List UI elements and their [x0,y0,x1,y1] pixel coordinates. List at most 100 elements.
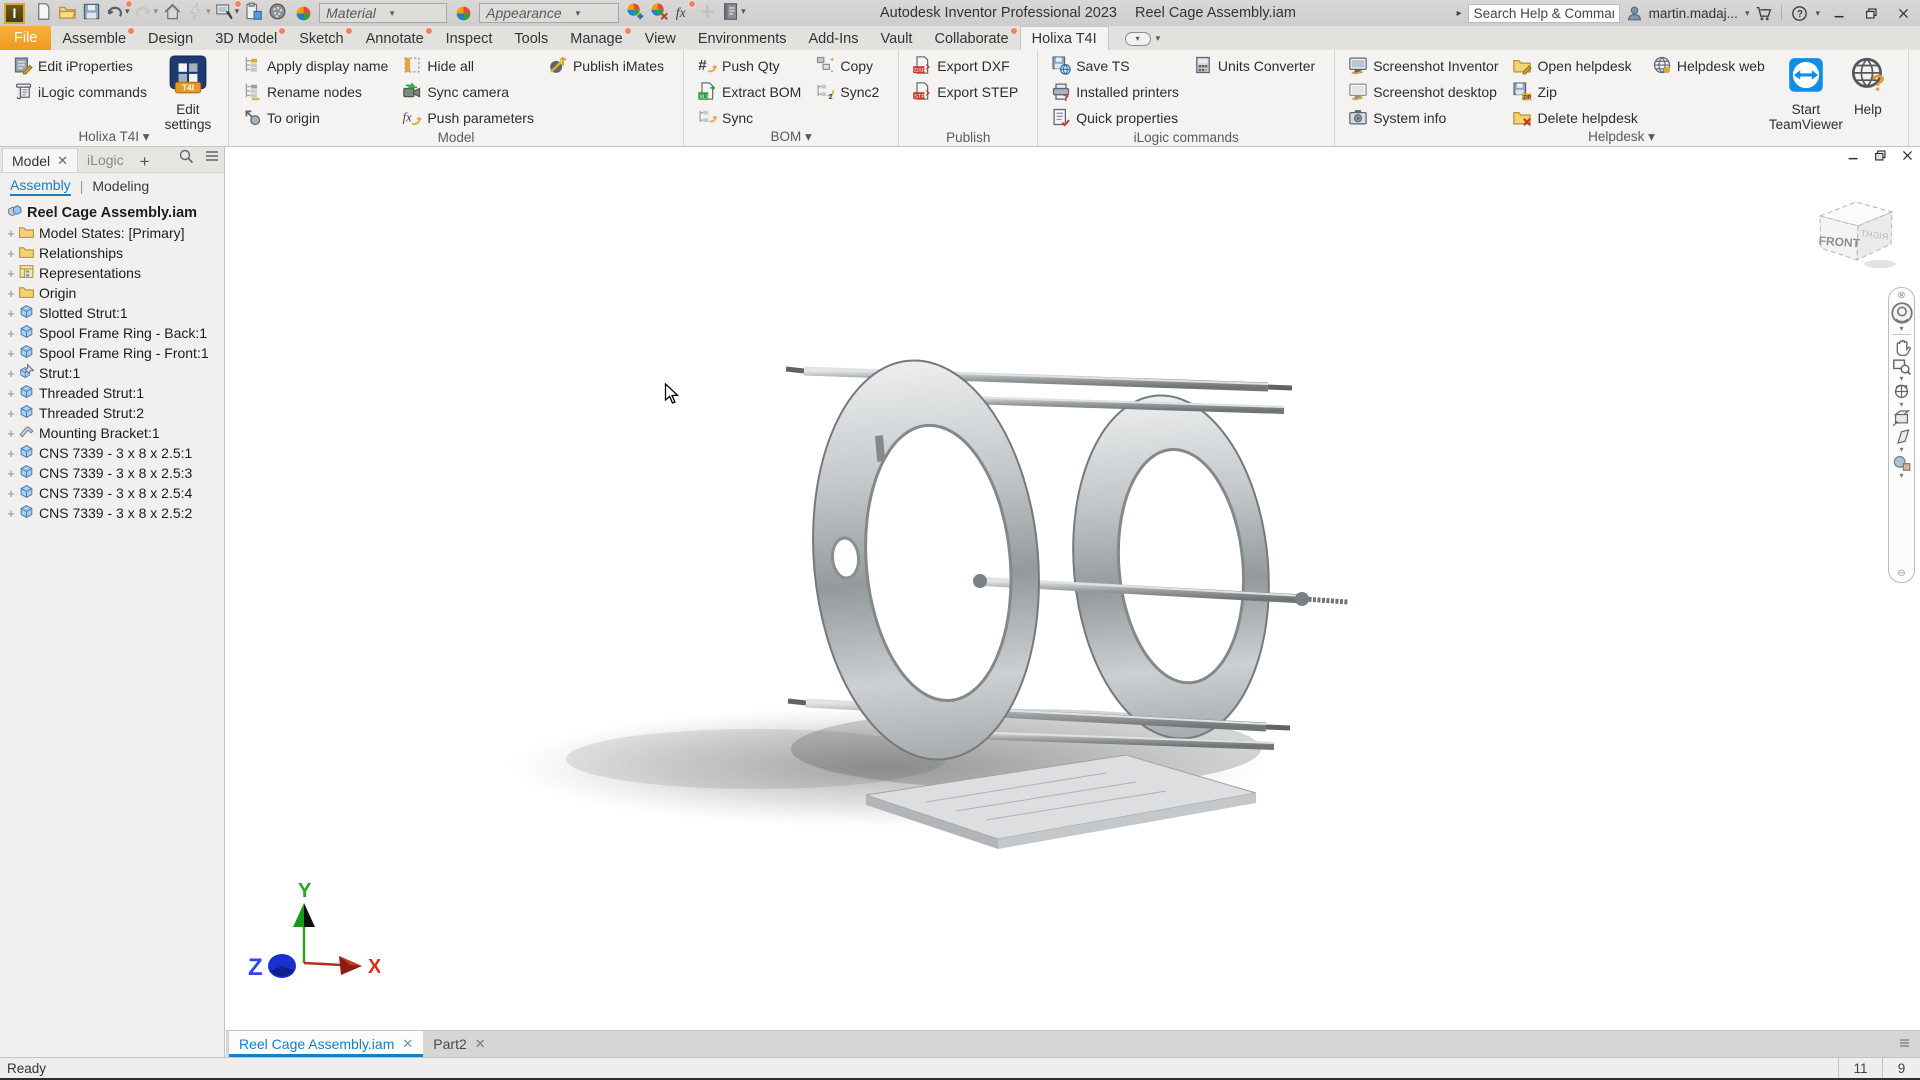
material-dropdown[interactable]: Material ▾ [319,3,447,23]
tree-node-spool-frame-ring-front-1[interactable]: +Spool Frame Ring - Front:1 [4,343,224,363]
restore-button[interactable] [1858,2,1884,24]
view-cube[interactable]: FRONT RIGHT [1812,192,1904,278]
close-icon[interactable]: ✕ [402,1036,413,1052]
tab-list-menu-icon[interactable] [1897,1036,1912,1053]
ribbon-tab-inspect[interactable]: Inspect [435,27,504,50]
tree-node-cns-7339-3-x-8-x-2-5-3[interactable]: +CNS 7339 - 3 x 8 x 2.5:3 [4,463,224,483]
expand-icon[interactable]: + [4,406,18,421]
export-dxf-button[interactable]: DXFExport DXF [908,53,1022,79]
ribbon-tab-manage[interactable]: Manage [559,27,633,50]
system-info-button[interactable]: System info [1344,105,1502,131]
rename-nodes-button[interactable]: Rename nodes [238,79,392,105]
chevron-down-icon[interactable]: ▾ [1899,401,1903,408]
doc-minimize-button[interactable] [1847,149,1860,166]
expand-icon[interactable]: + [4,246,18,261]
screenshot-desktop-button[interactable]: Screenshot desktop [1344,79,1502,105]
expand-icon[interactable]: + [4,286,18,301]
qat-redo-button[interactable]: ▾ [132,1,161,23]
expand-icon[interactable]: + [4,346,18,361]
delete-helpdesk-button[interactable]: Delete helpdesk [1508,105,1641,131]
publish-imates-button[interactable]: Publish iMates [544,53,668,79]
tree-node-representations[interactable]: +Representations [4,263,224,283]
ribbon-tab-annotate[interactable]: Annotate [355,27,435,50]
orbit-icon[interactable] [1890,382,1913,401]
expand-icon[interactable]: + [4,226,18,241]
installed-printers-button[interactable]: ?Installed printers [1047,79,1183,105]
ribbon-tab-3d-model[interactable]: 3D Model [204,27,288,50]
qat-new-file-button[interactable] [31,1,55,23]
expand-icon[interactable]: + [4,486,18,501]
edit-settings-button[interactable]: T4IEdit settings [157,53,219,130]
tree-node-strut-1[interactable]: +Strut:1 [4,363,224,383]
push-qty-button[interactable]: #Push Qty [693,53,805,79]
tree-node-relationships[interactable]: +Relationships [4,243,224,263]
tree-root-node[interactable]: Reel Cage Assembly.iam [4,203,224,223]
close-icon[interactable]: ✕ [57,153,68,169]
tree-node-slotted-strut-1[interactable]: +Slotted Strut:1 [4,303,224,323]
qat-colorwheel-plus-button[interactable] [623,1,647,23]
minimize-button[interactable] [1826,2,1852,24]
ilogic-commands-button[interactable]: iLogic commands [9,79,151,105]
ribbon-collapse-button[interactable]: ▾ ▾ [1125,27,1161,50]
chevron-down-icon[interactable]: ▾ [1899,446,1903,453]
to-origin-button[interactable]: To origin [238,105,392,131]
qat-open-folder-button[interactable] [55,1,79,23]
push-parameters-button[interactable]: fxPush parameters [398,105,538,131]
tree-node-threaded-strut-1[interactable]: +Threaded Strut:1 [4,383,224,403]
tree-node-threaded-strut-2[interactable]: +Threaded Strut:2 [4,403,224,423]
ribbon-tab-vault[interactable]: Vault [869,27,923,50]
user-name[interactable]: martin.madaj... [1649,6,1738,21]
menu-icon[interactable] [204,148,220,168]
units-converter-button[interactable]: Units Converter [1189,53,1319,79]
chevron-down-icon[interactable]: ▾ [1899,375,1903,382]
tree-node-cns-7339-3-x-8-x-2-5-4[interactable]: +CNS 7339 - 3 x 8 x 2.5:4 [4,483,224,503]
browser-tab-model[interactable]: Model ✕ [2,148,78,172]
sync2-button[interactable]: 2Sync2 [811,79,883,105]
hide-all-button[interactable]: Hide all [398,53,538,79]
qat-fx-button[interactable]: fx [671,1,695,23]
qat-render-sphere-button[interactable] [265,1,289,23]
expand-icon[interactable]: + [4,426,18,441]
ribbon-tab-holixa-t4i[interactable]: Holixa T4I [1020,26,1109,50]
tree-node-cns-7339-3-x-8-x-2-5-1[interactable]: +CNS 7339 - 3 x 8 x 2.5:1 [4,443,224,463]
ribbon-group-label[interactable]: Publish [899,130,1037,145]
document-tab-reel-cage-assembly-iam[interactable]: Reel Cage Assembly.iam✕ [229,1031,423,1057]
zip-button[interactable]: ZIPZip [1508,79,1641,105]
navigation-wheel-icon[interactable] [1890,301,1913,325]
expand-icon[interactable]: + [4,506,18,521]
expand-icon[interactable]: + [4,266,18,281]
tree-node-cns-7339-3-x-8-x-2-5-2[interactable]: +CNS 7339 - 3 x 8 x 2.5:2 [4,503,224,523]
qat-colorwheel-x-button[interactable] [647,1,671,23]
document-tab-part2[interactable]: Part2✕ [423,1031,495,1057]
ribbon-tab-view[interactable]: View [634,27,687,50]
appearance-sphere-icon[interactable] [1890,453,1913,472]
ribbon-tab-tools[interactable]: Tools [503,27,559,50]
apply-display-name-button[interactable]: Apply display name [238,53,392,79]
spool-frame-ring-back[interactable] [1059,387,1282,747]
pan-hand-icon[interactable] [1890,337,1913,356]
expand-icon[interactable]: + [4,446,18,461]
screenshot-inventor-button[interactable]: Screenshot Inventor [1344,53,1502,79]
ribbon-tab-file[interactable]: File [0,26,51,50]
search-icon[interactable] [178,148,194,168]
qat-clipboard-button[interactable] [241,1,265,23]
ribbon-group-label[interactable]: Model [229,130,683,145]
edit-iproperties-button[interactable]: Edit iProperties [9,53,151,79]
open-helpdesk-button[interactable]: Open helpdesk [1508,53,1641,79]
store-cart-icon[interactable] [1755,4,1772,22]
qat-plus-grey-button[interactable] [695,1,719,23]
add-browser-tab-button[interactable]: + [133,152,157,172]
user-icon[interactable] [1626,4,1643,22]
ribbon-group-label[interactable]: iLogic commands [1038,130,1334,145]
help-button[interactable]: ?Help [1837,53,1899,130]
chevron-down-icon[interactable]: ▾ [1745,8,1750,19]
helpdesk-web-button[interactable]: Helpdesk web [1648,53,1769,79]
doc-close-button[interactable] [1901,149,1914,166]
chevron-down-icon[interactable]: ▾ [1899,325,1903,332]
look-at-icon[interactable] [1890,408,1913,427]
start-teamviewer-button[interactable]: Start TeamViewer [1775,53,1837,130]
inventor-app-icon[interactable]: I [4,3,25,24]
ribbon-group-label[interactable]: Helpdesk ▾ [1335,129,1908,145]
viewcube-front-label[interactable]: FRONT [1818,234,1861,251]
collapse-arrow-icon[interactable]: ▸ [1457,8,1462,19]
